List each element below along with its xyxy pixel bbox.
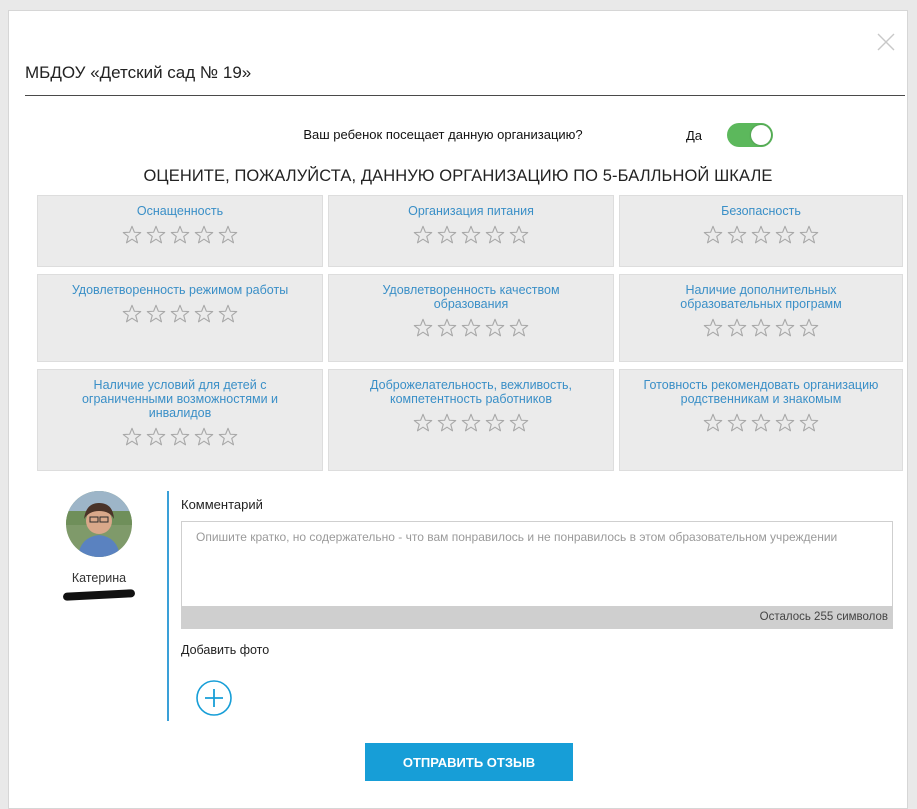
star-icon[interactable] [460, 317, 482, 339]
star-icon[interactable] [169, 303, 191, 325]
star-icon[interactable] [121, 224, 143, 246]
comment-label: Комментарий [181, 497, 263, 512]
star-icon[interactable] [145, 426, 167, 448]
star-icon[interactable] [702, 317, 724, 339]
criterion-label: Удовлетворенность качеством образования [382, 283, 560, 311]
star-icon[interactable] [217, 224, 239, 246]
star-icon[interactable] [193, 224, 215, 246]
star-rating [620, 224, 902, 246]
rating-criterion: Наличие условий для детей с ограниченным… [37, 369, 323, 471]
star-icon[interactable] [460, 412, 482, 434]
star-icon[interactable] [145, 303, 167, 325]
attendance-toggle[interactable] [727, 123, 773, 147]
rating-criterion: Оснащенность [37, 195, 323, 267]
star-icon[interactable] [750, 412, 772, 434]
criterion-label: Организация питания [408, 204, 534, 218]
rating-grid: Оснащенность Организация питания Безопасно… [37, 195, 903, 471]
star-icon[interactable] [508, 317, 530, 339]
rating-criterion: Наличие дополнительных образовательных п… [619, 274, 903, 362]
star-rating [329, 224, 613, 246]
rating-criterion: Удовлетворенность режимом работы [37, 274, 323, 362]
rating-criterion: Готовность рекомендовать организацию род… [619, 369, 903, 471]
rating-criterion: Доброжелательность, вежливость, компетен… [328, 369, 614, 471]
star-icon[interactable] [145, 224, 167, 246]
criterion-label: Готовность рекомендовать организацию род… [643, 378, 879, 406]
star-icon[interactable] [798, 224, 820, 246]
close-icon[interactable] [875, 31, 897, 53]
star-rating [38, 224, 322, 246]
star-icon[interactable] [412, 224, 434, 246]
criterion-label: Удовлетворенность режимом работы [71, 283, 289, 297]
star-icon[interactable] [774, 224, 796, 246]
add-photo-label: Добавить фото [181, 643, 270, 657]
criterion-label: Наличие дополнительных образовательных п… [680, 283, 842, 311]
star-icon[interactable] [217, 303, 239, 325]
criterion-label: Безопасность [721, 204, 801, 218]
review-modal: МБДОУ «Детский сад № 19» Ваш ребенок пос… [8, 10, 908, 809]
comment-divider [167, 491, 169, 721]
star-rating [38, 303, 322, 325]
star-icon[interactable] [508, 412, 530, 434]
star-icon[interactable] [726, 317, 748, 339]
star-rating [620, 317, 902, 339]
star-icon[interactable] [193, 303, 215, 325]
star-icon[interactable] [484, 412, 506, 434]
star-icon[interactable] [412, 412, 434, 434]
star-icon[interactable] [750, 317, 772, 339]
rating-heading: ОЦЕНИТЕ, ПОЖАЛУЙСТА, ДАННУЮ ОРГАНИЗАЦИЮ … [143, 167, 773, 185]
attendance-question: Ваш ребенок посещает данную организацию? [303, 127, 583, 142]
star-icon[interactable] [412, 317, 434, 339]
star-icon[interactable] [702, 412, 724, 434]
star-icon[interactable] [193, 426, 215, 448]
star-icon[interactable] [436, 317, 458, 339]
submit-review-button[interactable]: ОТПРАВИТЬ ОТЗЫВ [365, 743, 573, 781]
star-rating [329, 412, 613, 434]
star-icon[interactable] [798, 412, 820, 434]
star-icon[interactable] [436, 224, 458, 246]
star-icon[interactable] [436, 412, 458, 434]
star-rating [620, 412, 902, 434]
comment-field[interactable] [182, 522, 892, 606]
rating-criterion: Организация питания [328, 195, 614, 267]
star-icon[interactable] [774, 412, 796, 434]
star-icon[interactable] [702, 224, 724, 246]
comment-box: Осталось 255 символов [181, 521, 893, 629]
criterion-label: Оснащенность [136, 204, 224, 218]
star-icon[interactable] [121, 426, 143, 448]
toggle-knob [751, 125, 771, 145]
star-icon[interactable] [121, 303, 143, 325]
attendance-answer-label: Да [686, 128, 703, 143]
star-icon[interactable] [217, 426, 239, 448]
star-icon[interactable] [798, 317, 820, 339]
star-icon[interactable] [508, 224, 530, 246]
rating-criterion: Удовлетворенность качеством образования [328, 274, 614, 362]
star-icon[interactable] [726, 224, 748, 246]
rating-criterion: Безопасность [619, 195, 903, 267]
star-icon[interactable] [169, 426, 191, 448]
avatar [66, 491, 132, 557]
reviewer: Катерина [49, 491, 149, 601]
star-icon[interactable] [750, 224, 772, 246]
redacted-surname [62, 589, 136, 601]
star-icon[interactable] [484, 224, 506, 246]
criterion-label: Наличие условий для детей с ограниченным… [81, 378, 279, 420]
modal-title: МБДОУ «Детский сад № 19» [25, 63, 252, 82]
star-rating [38, 426, 322, 448]
plus-circle-icon[interactable] [195, 679, 233, 717]
reviewer-name: Катерина [71, 571, 127, 585]
chars-remaining: Осталось 255 символов [182, 606, 892, 628]
star-icon[interactable] [726, 412, 748, 434]
star-icon[interactable] [484, 317, 506, 339]
criterion-label: Доброжелательность, вежливость, компетен… [370, 378, 572, 406]
star-icon[interactable] [460, 224, 482, 246]
star-rating [329, 317, 613, 339]
star-icon[interactable] [169, 224, 191, 246]
title-divider [25, 95, 905, 96]
star-icon[interactable] [774, 317, 796, 339]
